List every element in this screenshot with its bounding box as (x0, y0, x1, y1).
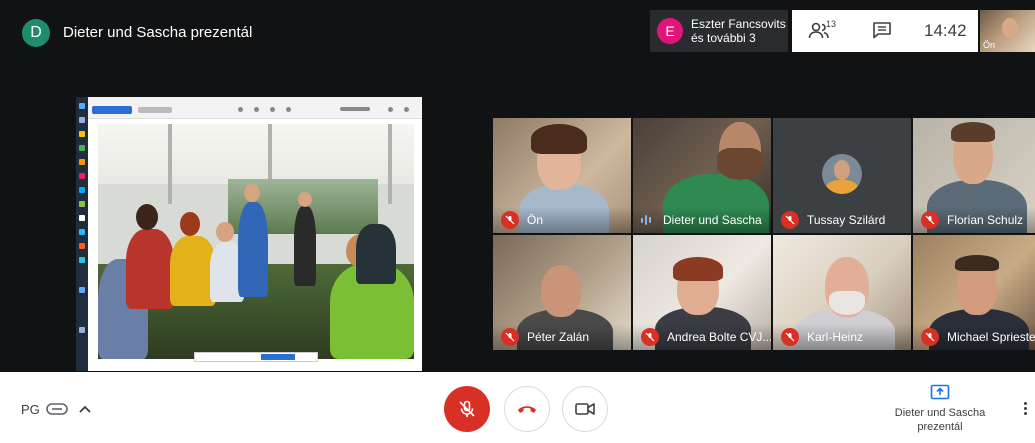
people-button[interactable]: 13 (808, 19, 838, 42)
participant-label: Florian Schulz (913, 207, 1035, 233)
photo-viewer-footer (194, 352, 318, 362)
participant-label: Dieter und Sascha (633, 207, 771, 233)
camera-toggle-button[interactable] (562, 386, 608, 432)
participant-tile[interactable]: Andrea Bolte CVJ... (633, 235, 771, 350)
mic-off-icon (781, 211, 799, 229)
speaker-avatar: E (657, 18, 683, 44)
participant-name: Péter Zalán (527, 330, 590, 344)
speaking-indicator-icon (641, 214, 655, 226)
participant-tile[interactable]: Tussay Szilárd (773, 118, 911, 233)
mic-off-icon (921, 328, 939, 346)
speaker-name-line2: és további 3 (691, 31, 756, 45)
participant-tile[interactable]: Florian Schulz (913, 118, 1035, 233)
top-bar: D Dieter und Sascha prezentál E Eszter F… (0, 10, 1035, 52)
hangup-icon (518, 406, 536, 413)
participant-name: Karl-Heinz (807, 330, 864, 344)
mic-off-icon (921, 211, 939, 229)
top-right-panel: 13 14:42 (792, 10, 978, 52)
mic-off-icon (501, 328, 519, 346)
participant-name: Florian Schulz (947, 213, 1024, 227)
presenter-avatar: D (22, 19, 50, 47)
participant-tile[interactable]: Karl-Heinz (773, 235, 911, 350)
bottom-bar: PG Dieter und Sascha prezentál (0, 372, 1035, 443)
participant-tile[interactable]: Michael Spriester (913, 235, 1035, 350)
present-label-line1: Dieter und Sascha (894, 407, 986, 419)
photo-viewer-toolbar (88, 97, 422, 119)
participant-tile[interactable]: Péter Zalán (493, 235, 631, 350)
participant-label: Michael Spriester (913, 324, 1035, 350)
leave-call-button[interactable] (504, 386, 550, 432)
camera-icon (575, 403, 595, 415)
link-icon[interactable] (46, 402, 68, 416)
presentation-status-button[interactable]: Dieter und Sascha prezentál (888, 382, 992, 438)
chat-icon (873, 22, 891, 39)
mic-off-icon (781, 328, 799, 346)
mic-toggle-button[interactable] (444, 386, 490, 432)
mic-off-icon (501, 211, 519, 229)
shared-screen-taskbar (76, 97, 88, 371)
self-preview-face (1002, 18, 1018, 38)
people-count: 13 (826, 19, 837, 29)
participant-name: Michael Spriester (947, 330, 1035, 344)
participant-grid: Ön Dieter und Sascha Tussay Szilárd Flor… (493, 118, 1035, 353)
participant-label: Ön (493, 207, 631, 233)
self-preview-label: Ön (983, 40, 996, 50)
mic-off-icon (459, 400, 475, 417)
mic-off-icon (641, 328, 659, 346)
shared-screen (76, 97, 422, 371)
participant-name: Ön (527, 213, 544, 227)
present-label-line2: prezentál (917, 421, 963, 433)
chevron-up-icon[interactable] (78, 403, 92, 415)
participant-name: Dieter und Sascha (663, 213, 762, 227)
more-options-button[interactable] (1017, 400, 1033, 422)
participant-label: Karl-Heinz (773, 324, 911, 350)
clock: 14:42 (924, 21, 967, 40)
meeting-initials: PG (21, 402, 40, 417)
meeting-stage: D Dieter und Sascha prezentál E Eszter F… (0, 0, 1035, 372)
active-speaker-chip[interactable]: E Eszter Fancsovits és további 3 (650, 10, 788, 52)
presenter-title: Dieter und Sascha prezentál (63, 24, 253, 41)
participant-label: Andrea Bolte CVJ... (633, 324, 771, 350)
more-vert-icon (1017, 402, 1033, 415)
present-icon (930, 384, 950, 400)
participant-label: Tussay Szilárd (773, 207, 911, 233)
participant-name: Tussay Szilárd (807, 213, 886, 227)
participant-avatar (822, 154, 862, 194)
shared-photo (98, 124, 414, 359)
chat-button[interactable] (872, 21, 894, 41)
self-preview[interactable]: Ön (980, 10, 1035, 52)
speaker-name: Eszter Fancsovits és további 3 (691, 17, 786, 45)
participant-label: Péter Zalán (493, 324, 631, 350)
participant-name: Andrea Bolte CVJ... (667, 330, 771, 344)
participant-tile[interactable]: Dieter und Sascha (633, 118, 771, 233)
speaker-name-line1: Eszter Fancsovits (691, 17, 786, 31)
participant-tile[interactable]: Ön (493, 118, 631, 233)
